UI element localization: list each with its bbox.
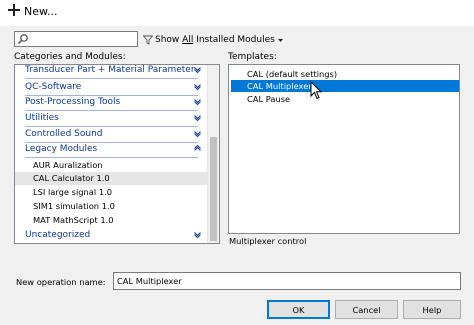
divider	[25, 110, 198, 111]
category-legacy-modules[interactable]: Legacy Modules	[15, 144, 208, 158]
category-label: Legacy Modules	[25, 144, 98, 154]
templates-label: Templates:	[228, 52, 277, 62]
show-all-modules-button[interactable]: Show All Installed Modules	[143, 33, 284, 47]
category-transducer[interactable]: Transducer Part + Material Parameter	[15, 65, 208, 79]
search-input[interactable]	[14, 31, 138, 47]
category-uncategorized[interactable]: Uncategorized	[15, 230, 208, 243]
plus-icon	[8, 4, 20, 16]
categories-scrollbar[interactable]	[207, 65, 219, 243]
module-mat-mathscript[interactable]: MAT MathScript 1.0	[15, 214, 208, 227]
cancel-button[interactable]: Cancel	[335, 300, 398, 319]
chevron-down-icon[interactable]	[193, 82, 202, 91]
category-label: Post-Processing Tools	[25, 97, 121, 107]
categories-list[interactable]: Transducer Part + Material Parameter QC-…	[14, 64, 220, 244]
categories-label: Categories and Modules:	[14, 52, 126, 62]
chevron-down-icon[interactable]	[193, 230, 202, 239]
chevron-down-icon[interactable]	[193, 97, 202, 106]
scrollbar-thumb[interactable]	[210, 137, 217, 241]
chevron-down-icon[interactable]	[193, 113, 202, 122]
category-qc-software[interactable]: QC-Software	[15, 82, 208, 96]
templates-list[interactable]: CAL (default settings) CAL Multiplexer C…	[228, 64, 460, 234]
category-label: Utilities	[25, 113, 59, 123]
template-label: CAL Pause	[247, 94, 291, 104]
funnel-icon	[143, 35, 153, 45]
template-label: CAL (default settings)	[247, 69, 338, 79]
module-label: LSI large signal 1.0	[33, 187, 113, 197]
new-operation-name-field[interactable]	[113, 272, 461, 290]
module-label: MAT MathScript 1.0	[33, 215, 114, 225]
template-item-selected[interactable]: CAL Multiplexer	[231, 80, 459, 92]
filter-label: Show All Installed Modules	[155, 35, 275, 45]
module-aur-auralization[interactable]: AUR Auralization	[15, 159, 208, 172]
template-label: CAL Multiplexer	[247, 81, 312, 91]
module-label: AUR Auralization	[33, 160, 103, 170]
module-sim1-simulation[interactable]: SIM1 simulation 1.0	[15, 200, 208, 213]
divider	[25, 78, 198, 79]
divider	[25, 142, 198, 143]
ok-button[interactable]: OK	[267, 300, 330, 319]
help-button[interactable]: Help	[403, 300, 461, 319]
dropdown-arrow-icon	[277, 38, 283, 42]
category-utilities[interactable]: Utilities	[15, 113, 208, 127]
chevron-down-icon[interactable]	[193, 65, 202, 74]
template-description: Multiplexer control	[229, 236, 307, 246]
category-controlled-sound[interactable]: Controlled Sound	[15, 129, 208, 143]
category-post-processing[interactable]: Post-Processing Tools	[15, 97, 208, 111]
category-label: Uncategorized	[25, 230, 91, 240]
title-bar: New...	[0, 0, 474, 26]
chevron-down-icon[interactable]	[193, 129, 202, 138]
template-item[interactable]: CAL (default settings)	[231, 68, 459, 80]
search-icon	[18, 34, 28, 44]
category-label: QC-Software	[25, 82, 82, 92]
divider	[25, 157, 198, 158]
window-title: New...	[24, 5, 58, 18]
template-item[interactable]: CAL Pause	[231, 93, 459, 105]
module-label: SIM1 simulation 1.0	[33, 201, 115, 211]
module-lsi-large-signal[interactable]: LSI large signal 1.0	[15, 186, 208, 199]
mouse-pointer-icon	[310, 81, 323, 100]
divider	[25, 126, 198, 127]
divider	[25, 95, 198, 96]
category-label: Transducer Part + Material Parameter	[25, 65, 195, 75]
category-label: Controlled Sound	[25, 129, 103, 139]
module-label: CAL Calculator 1.0	[33, 173, 110, 183]
chevron-up-icon[interactable]	[193, 144, 202, 153]
module-cal-calculator[interactable]: CAL Calculator 1.0	[15, 172, 208, 185]
new-operation-name-label: New operation name:	[16, 277, 106, 287]
